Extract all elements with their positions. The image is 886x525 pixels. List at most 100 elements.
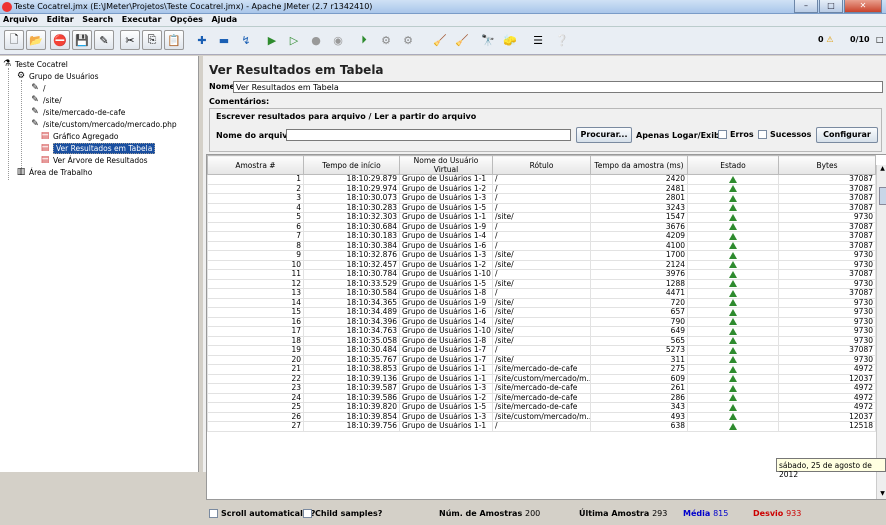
clear-all-icon[interactable]: 🧹 — [452, 30, 472, 50]
reset-search-icon[interactable]: 🧽 — [500, 30, 520, 50]
file-name-input[interactable] — [286, 129, 571, 141]
tree-node-thread-group[interactable]: ⚙Grupo de Usuários — [16, 70, 99, 82]
successes-checkbox[interactable]: Sucessos — [758, 130, 811, 139]
menu-executar[interactable]: Executar — [119, 14, 165, 25]
scroll-auto-checkbox[interactable]: Scroll automatically? — [209, 509, 315, 518]
cut-icon[interactable]: ✂ — [120, 30, 140, 50]
expand-icon[interactable]: ✚ — [192, 30, 212, 50]
table-cell: 6 — [208, 222, 304, 232]
remote-exit-icon[interactable]: ⚙ — [398, 30, 418, 50]
stop-icon[interactable]: ● — [306, 30, 326, 50]
tree-node-results-table[interactable]: ▤Ver Resultados em Tabela — [40, 142, 155, 154]
scroll-up-icon[interactable]: ▲ — [877, 165, 886, 175]
table-row[interactable]: 318:10:30.073Grupo de Usuários 1-3/28013… — [208, 194, 876, 204]
maximize-button[interactable]: □ — [819, 0, 843, 13]
table-row[interactable]: 2718:10:39.756Grupo de Usuários 1-1/6381… — [208, 422, 876, 432]
table-cell: Grupo de Usuários 1-1 — [400, 422, 493, 432]
start-icon[interactable]: ▶ — [262, 30, 282, 50]
column-header[interactable]: Tempo da amostra (ms) — [591, 156, 688, 175]
success-icon — [729, 328, 737, 335]
save-icon[interactable]: 💾 — [72, 30, 92, 50]
menu-ajuda[interactable]: Ajuda — [208, 14, 240, 25]
table-cell: 18:10:30.183 — [304, 232, 400, 242]
configure-button[interactable]: Configurar — [816, 127, 878, 143]
column-header[interactable]: Amostra # — [208, 156, 304, 175]
tree-node-workbench[interactable]: ▥Área de Trabalho — [16, 166, 92, 178]
table-scrollbar[interactable]: ▲ ▼ — [876, 165, 886, 500]
status-cell — [688, 384, 779, 394]
table-row[interactable]: 2118:10:38.853Grupo de Usuários 1-1/site… — [208, 365, 876, 375]
tree-node-sampler-mercado[interactable]: ✎/site/mercado-de-cafe — [30, 106, 125, 118]
tree-node-aggregate-graph[interactable]: ▤Gráfico Agregado — [40, 130, 118, 142]
open-icon[interactable]: ⛔ — [50, 30, 70, 50]
tree-node-sampler-site[interactable]: ✎/site/ — [30, 94, 62, 106]
table-row[interactable]: 1918:10:30.484Grupo de Usuários 1-7/5273… — [208, 346, 876, 356]
menu-search[interactable]: Search — [79, 14, 116, 25]
menu-arquivo[interactable]: Arquivo — [0, 14, 41, 25]
table-row[interactable]: 1118:10:30.784Grupo de Usuários 1-10/397… — [208, 270, 876, 280]
column-header[interactable]: Nome do Usuário Virtual — [400, 156, 493, 175]
child-samples-checkbox[interactable]: Child samples? — [303, 509, 382, 518]
table-row[interactable]: 1518:10:34.489Grupo de Usuários 1-6/site… — [208, 308, 876, 318]
table-row[interactable]: 418:10:30.283Grupo de Usuários 1-5/32433… — [208, 203, 876, 213]
name-field[interactable]: Ver Resultados em Tabela — [233, 81, 883, 93]
table-row[interactable]: 1018:10:32.457Grupo de Usuários 1-2/site… — [208, 260, 876, 270]
table-row[interactable]: 2618:10:39.854Grupo de Usuários 1-3/site… — [208, 412, 876, 422]
scroll-down-icon[interactable]: ▼ — [877, 490, 886, 500]
table-row[interactable]: 218:10:29.974Grupo de Usuários 1-2/24813… — [208, 184, 876, 194]
tree-node-test-plan[interactable]: ⚗Teste Cocatrel — [2, 58, 68, 70]
shutdown-icon[interactable]: ◉ — [328, 30, 348, 50]
table-row[interactable]: 1318:10:30.584Grupo de Usuários 1-8/4471… — [208, 289, 876, 299]
paste-icon[interactable]: 📋 — [164, 30, 184, 50]
collapse-icon[interactable]: ▬ — [214, 30, 234, 50]
column-header[interactable]: Rótulo — [493, 156, 591, 175]
table-cell: 15 — [208, 308, 304, 318]
help-icon[interactable]: ❔ — [552, 30, 572, 50]
table-cell: 13 — [208, 289, 304, 299]
copy-icon[interactable]: ⎘ — [142, 30, 162, 50]
column-header[interactable]: Bytes — [779, 156, 876, 175]
table-row[interactable]: 2518:10:39.820Grupo de Usuários 1-5/site… — [208, 403, 876, 413]
table-row[interactable]: 918:10:32.876Grupo de Usuários 1-3/site/… — [208, 251, 876, 261]
start-no-pause-icon[interactable]: ▷ — [284, 30, 304, 50]
column-header[interactable]: Estado — [688, 156, 779, 175]
table-row[interactable]: 1718:10:34.763Grupo de Usuários 1-10/sit… — [208, 327, 876, 337]
remote-stop-icon[interactable]: ⚙ — [376, 30, 396, 50]
table-row[interactable]: 1218:10:33.529Grupo de Usuários 1-5/site… — [208, 279, 876, 289]
new-icon[interactable]: 🗋 — [4, 30, 24, 50]
table-row[interactable]: 118:10:29.879Grupo de Usuários 1-1/24203… — [208, 175, 876, 185]
scroll-thumb[interactable] — [879, 187, 886, 205]
menu-editar[interactable]: Editar — [44, 14, 77, 25]
table-cell: 23 — [208, 384, 304, 394]
table-row[interactable]: 518:10:32.303Grupo de Usuários 1-1/site/… — [208, 213, 876, 223]
table-cell: Grupo de Usuários 1-6 — [400, 241, 493, 251]
tree-node-sampler-root[interactable]: ✎/ — [30, 82, 46, 94]
function-helper-icon[interactable]: ☰ — [528, 30, 548, 50]
table-row[interactable]: 1618:10:34.396Grupo de Usuários 1-4/site… — [208, 317, 876, 327]
errors-checkbox[interactable]: Erros — [718, 130, 754, 139]
save-as-icon[interactable]: ✎ — [94, 30, 114, 50]
table-row[interactable]: 618:10:30.684Grupo de Usuários 1-9/36763… — [208, 222, 876, 232]
table-row[interactable]: 2418:10:39.586Grupo de Usuários 1-2/site… — [208, 393, 876, 403]
clear-icon[interactable]: 🧹 — [430, 30, 450, 50]
menu-opcoes[interactable]: Opções — [167, 14, 206, 25]
status-cell — [688, 203, 779, 213]
table-row[interactable]: 2218:10:39.136Grupo de Usuários 1-1/site… — [208, 374, 876, 384]
table-cell: Grupo de Usuários 1-1 — [400, 175, 493, 185]
minimize-button[interactable]: – — [794, 0, 818, 13]
table-row[interactable]: 818:10:30.384Grupo de Usuários 1-6/41003… — [208, 241, 876, 251]
table-row[interactable]: 718:10:30.183Grupo de Usuários 1-4/42093… — [208, 232, 876, 242]
table-row[interactable]: 2018:10:35.767Grupo de Usuários 1-7/site… — [208, 355, 876, 365]
tree-node-sampler-mercado-php[interactable]: ✎/site/custom/mercado/mercado.php — [30, 118, 177, 130]
search-icon[interactable]: 🔭 — [478, 30, 498, 50]
tree-node-results-tree[interactable]: ▤Ver Árvore de Resultados — [40, 154, 148, 166]
table-row[interactable]: 1818:10:35.058Grupo de Usuários 1-8/site… — [208, 336, 876, 346]
browse-button[interactable]: Procurar... — [576, 127, 632, 143]
close-button[interactable]: ✕ — [844, 0, 882, 13]
table-row[interactable]: 2318:10:39.587Grupo de Usuários 1-3/site… — [208, 384, 876, 394]
column-header[interactable]: Tempo de início — [304, 156, 400, 175]
remote-start-icon[interactable]: ⏵ — [354, 30, 374, 50]
templates-icon[interactable]: 📂 — [26, 30, 46, 50]
table-row[interactable]: 1418:10:34.365Grupo de Usuários 1-9/site… — [208, 298, 876, 308]
toggle-icon[interactable]: ↯ — [236, 30, 256, 50]
